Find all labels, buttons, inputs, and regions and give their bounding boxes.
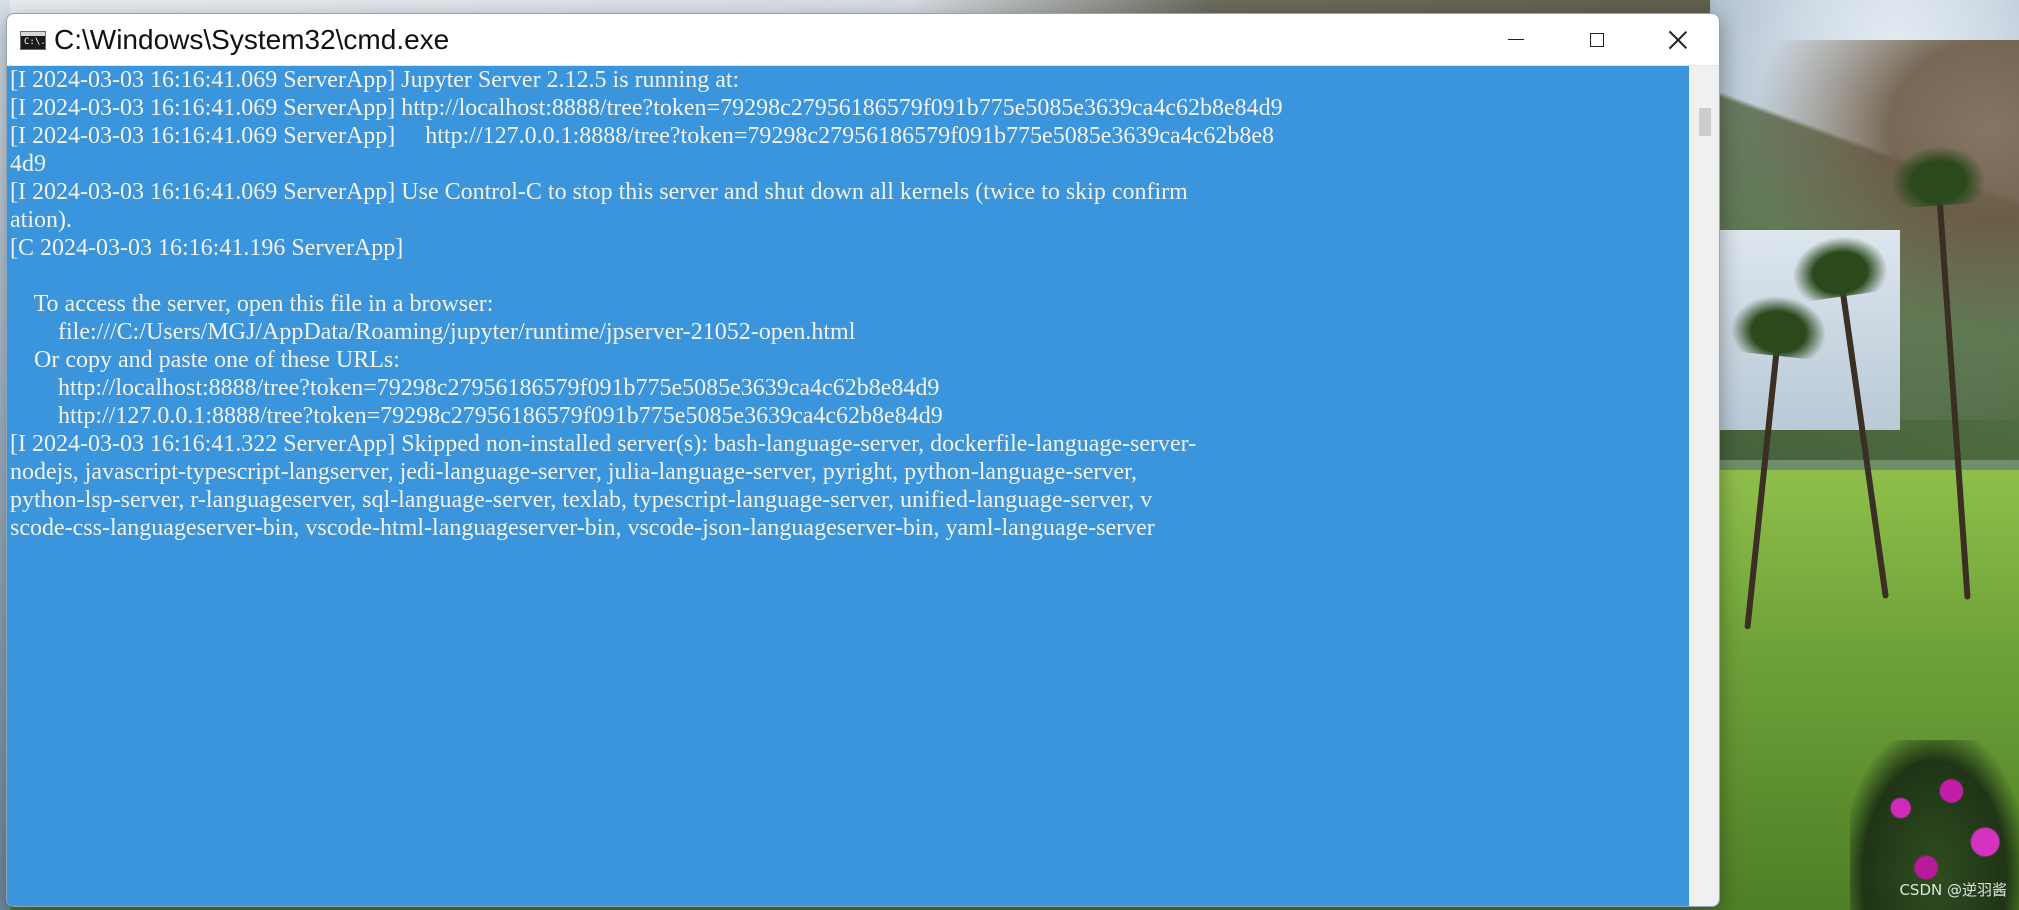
minimize-button[interactable] bbox=[1475, 14, 1557, 65]
scrollbar-thumb[interactable] bbox=[1699, 108, 1711, 136]
title-bar[interactable]: C:\. C:\Windows\System32\cmd.exe bbox=[7, 14, 1719, 66]
console-icon[interactable]: C:\. bbox=[20, 31, 46, 50]
console-line: scode-css-languageserver-bin, vscode-htm… bbox=[10, 515, 1155, 541]
console-line: [I 2024-03-03 16:16:41.069 ServerApp] ht… bbox=[10, 95, 1283, 121]
console-line: [C 2024-03-03 16:16:41.196 ServerApp] bbox=[10, 235, 404, 261]
cmd-window[interactable]: C:\. C:\Windows\System32\cmd.exe [I 2024… bbox=[6, 13, 1720, 907]
console-line: Or copy and paste one of these URLs: bbox=[10, 347, 400, 373]
window-title: C:\Windows\System32\cmd.exe bbox=[54, 24, 450, 55]
maximize-button[interactable] bbox=[1556, 14, 1638, 65]
maximize-icon bbox=[1590, 32, 1604, 47]
console-line: To access the server, open this file in … bbox=[10, 291, 494, 317]
console-line: ation). bbox=[10, 207, 72, 233]
console-line: 4d9 bbox=[10, 151, 46, 177]
console-output[interactable]: [I 2024-03-03 16:16:41.069 ServerApp] Ju… bbox=[7, 66, 1689, 906]
console-line: [I 2024-03-03 16:16:41.069 ServerApp] ht… bbox=[10, 123, 1274, 149]
console-line: http://localhost:8888/tree?token=79298c2… bbox=[10, 375, 940, 401]
console-line: http://127.0.0.1:8888/tree?token=79298c2… bbox=[10, 403, 943, 429]
console-line: [I 2024-03-03 16:16:41.322 ServerApp] Sk… bbox=[10, 431, 1197, 457]
minimize-icon bbox=[1508, 39, 1524, 40]
watermark: CSDN @逆羽酱 bbox=[1899, 881, 2007, 899]
console-line: python-lsp-server, r-languageserver, sql… bbox=[10, 487, 1153, 513]
console-line: file:///C:/Users/MGJ/AppData/Roaming/jup… bbox=[10, 319, 856, 345]
vertical-scrollbar[interactable] bbox=[1689, 66, 1719, 906]
console-icon-text: C:\. bbox=[24, 37, 46, 47]
console-line: [I 2024-03-03 16:16:41.069 ServerApp] Us… bbox=[10, 179, 1188, 205]
close-icon bbox=[1669, 31, 1687, 49]
console-line: nodejs, javascript-typescript-langserver… bbox=[10, 459, 1138, 485]
console-line: [I 2024-03-03 16:16:41.069 ServerApp] Ju… bbox=[10, 67, 740, 93]
close-button[interactable] bbox=[1637, 14, 1719, 65]
